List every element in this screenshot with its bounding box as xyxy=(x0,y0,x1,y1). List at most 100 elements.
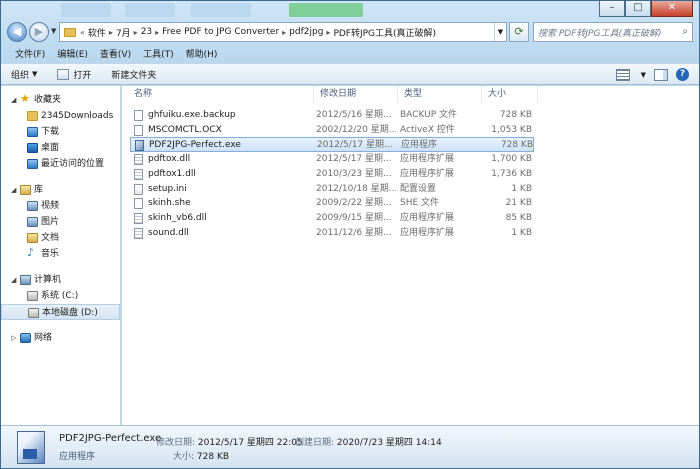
table-row[interactable]: MSCOMCTL.OCX 2002/12/20 星期... ActiveX 控件 1,… xyxy=(130,123,534,138)
navigation-row: ◀ ▶ ▼ « 软件 ▸ 7月 ▸ 23 ▸ Free PDF to JPG Conv… xyxy=(7,22,693,44)
breadcrumb-item[interactable]: Free PDF to JPG Converter xyxy=(162,27,279,37)
table-row[interactable]: pdftox.dll 2012/5/17 星期... 应用程序扩展 1,700 KB xyxy=(130,152,534,167)
table-row[interactable]: ghfuiku.exe.backup 2012/5/16 星期... BACKUP … xyxy=(130,108,534,123)
breadcrumb-overflow[interactable]: « xyxy=(80,28,85,37)
menu-help[interactable]: 帮助(H) xyxy=(180,47,224,63)
breadcrumb-item[interactable]: 23 xyxy=(141,27,152,37)
table-row[interactable]: setup.ini 2012/10/18 星期... 配置设置 1 KB xyxy=(130,182,534,197)
nav-item-music[interactable]: ♪ 音乐 xyxy=(1,246,120,262)
window-controls: – □ ✕ xyxy=(599,1,693,17)
menu-tools[interactable]: 工具(T) xyxy=(137,47,180,63)
table-row[interactable]: sound.dll 2011/12/6 星期... 应用程序扩展 1 KB xyxy=(130,226,534,241)
nav-label: 图片 xyxy=(41,217,60,227)
table-row[interactable]: skinh.she 2009/2/22 星期... SHE 文件 21 KB xyxy=(130,196,534,211)
breadcrumb-item[interactable]: pdf2jpg xyxy=(289,27,323,37)
open-icon xyxy=(57,68,70,80)
details-size-value: 728 KB xyxy=(196,452,230,462)
dll-file-icon xyxy=(134,168,143,180)
menu-edit[interactable]: 编辑(E) xyxy=(51,47,94,63)
collapse-triangle-icon[interactable]: ◢ xyxy=(11,182,16,198)
preview-pane-icon[interactable] xyxy=(654,68,668,81)
breadcrumb-item[interactable]: PDF转JPG工具(真正破解) xyxy=(333,26,436,39)
forward-button[interactable]: ▶ xyxy=(29,22,49,42)
file-date-cell: 2009/2/22 星期... xyxy=(316,198,392,209)
expand-triangle-icon[interactable]: ▷ xyxy=(11,330,16,346)
nav-item-documents[interactable]: 文档 xyxy=(1,230,120,246)
details-created-label: 创建日期: xyxy=(295,438,335,448)
nav-item-recent-places[interactable]: 最近访问的位置 xyxy=(1,156,120,172)
recent-places-icon xyxy=(27,159,38,169)
breadcrumb-separator-icon[interactable]: ▸ xyxy=(134,28,138,37)
file-size-cell: 21 KB xyxy=(505,198,532,209)
breadcrumb-item[interactable]: 软件 xyxy=(88,26,106,39)
change-view-icon[interactable] xyxy=(615,68,630,81)
video-icon xyxy=(27,201,38,211)
breadcrumb-item[interactable]: 7月 xyxy=(116,26,131,39)
details-modified-label: 修改日期: xyxy=(156,438,196,448)
address-dropdown-icon[interactable]: ▼ xyxy=(494,23,506,41)
minimize-button[interactable]: – xyxy=(599,1,625,17)
column-header-type[interactable]: 类型 xyxy=(398,86,482,102)
table-row[interactable]: skinh_vb6.dll 2009/9/15 星期... 应用程序扩展 85 KB xyxy=(130,211,534,226)
dll-file-icon xyxy=(134,227,143,239)
chevron-down-icon: ▼ xyxy=(32,70,38,78)
nav-item-drive-d[interactable]: 本地磁盘 (D:) xyxy=(1,304,120,320)
view-options-chevron-icon[interactable]: ▼ xyxy=(641,71,646,79)
nav-network[interactable]: ▷ 网络 xyxy=(1,330,120,346)
collapse-triangle-icon[interactable]: ◢ xyxy=(11,92,16,108)
table-row[interactable]: pdftox1.dll 2010/3/23 星期... 应用程序扩展 1,736 KB xyxy=(130,167,534,182)
collapse-triangle-icon[interactable]: ◢ xyxy=(11,272,16,288)
file-size-cell: 1,053 KB xyxy=(491,124,532,135)
breadcrumb-separator-icon[interactable]: ▸ xyxy=(326,28,330,37)
column-header-date[interactable]: 修改日期 xyxy=(314,86,398,102)
details-file-type: 应用程序 xyxy=(59,452,96,462)
close-button[interactable]: ✕ xyxy=(651,1,693,17)
menu-view[interactable]: 查看(V) xyxy=(94,47,137,63)
new-folder-label: 新建文件夹 xyxy=(111,70,157,81)
nav-item-desktop[interactable]: 桌面 xyxy=(1,140,120,156)
nav-item-videos[interactable]: 视频 xyxy=(1,198,120,214)
view-controls: ▼ ? xyxy=(615,68,689,81)
search-icon[interactable]: ⌕ xyxy=(682,26,688,37)
nav-item-2345downloads[interactable]: 2345Downloads xyxy=(1,108,120,124)
nav-libraries[interactable]: ◢ 库 xyxy=(1,182,120,198)
file-date-cell: 2012/5/17 星期... xyxy=(316,154,392,165)
table-row[interactable]: PDF2JPG-Perfect.exe 2012/5/17 星期... 应用程序 72… xyxy=(130,137,534,153)
breadcrumb-separator-icon[interactable]: ▸ xyxy=(109,28,113,37)
menu-file[interactable]: 文件(F) xyxy=(9,47,51,63)
nav-computer[interactable]: ◢ 计算机 xyxy=(1,272,120,288)
file-date-cell: 2002/12/20 星期... xyxy=(316,124,396,135)
breadcrumb-separator-icon[interactable]: ▸ xyxy=(155,28,159,37)
refresh-button[interactable]: ⟳ xyxy=(509,22,529,42)
search-input[interactable]: 搜索 PDF转JPG工具(真正破解) ⌕ xyxy=(533,22,693,42)
help-icon[interactable]: ? xyxy=(676,68,689,81)
network-icon xyxy=(20,333,31,343)
column-header-size[interactable]: 大小 xyxy=(482,86,538,102)
open-button[interactable]: 打开 xyxy=(57,68,91,81)
computer-icon xyxy=(20,275,31,285)
nav-favorites[interactable]: ◢ ★ 收藏夹 xyxy=(1,92,120,108)
drive-icon xyxy=(27,291,38,301)
application-icon xyxy=(17,431,45,464)
file-name-cell: skinh.she xyxy=(148,198,191,209)
file-size-cell: 1,736 KB xyxy=(491,168,532,179)
nav-item-pictures[interactable]: 图片 xyxy=(1,214,120,230)
recent-pages-dropdown[interactable]: ▼ xyxy=(51,27,56,35)
breadcrumb-separator-icon[interactable]: ▸ xyxy=(282,28,286,37)
address-bar[interactable]: « 软件 ▸ 7月 ▸ 23 ▸ Free PDF to JPG Converter ▸… xyxy=(59,22,507,42)
file-list: 名称 修改日期 类型 大小 ghfuiku.exe.backup 2012/5/1… xyxy=(122,86,699,425)
back-button[interactable]: ◀ xyxy=(7,22,27,42)
file-date-cell: 2012/10/18 星期... xyxy=(316,183,396,194)
open-label: 打开 xyxy=(73,70,92,81)
nav-item-downloads[interactable]: 下载 xyxy=(1,124,120,140)
organize-button[interactable]: 组织 ▼ xyxy=(11,68,37,81)
maximize-button[interactable]: □ xyxy=(625,1,651,17)
nav-label: 2345Downloads xyxy=(41,111,114,121)
file-size-cell: 85 KB xyxy=(505,212,532,223)
file-size-cell: 728 KB xyxy=(499,110,532,120)
nav-item-drive-c[interactable]: 系统 (C:) xyxy=(1,288,120,304)
nav-label: 下载 xyxy=(41,127,60,137)
new-folder-button[interactable]: 新建文件夹 xyxy=(111,68,156,81)
download-folder-icon xyxy=(27,127,38,137)
column-header-name[interactable]: 名称 xyxy=(128,86,314,102)
